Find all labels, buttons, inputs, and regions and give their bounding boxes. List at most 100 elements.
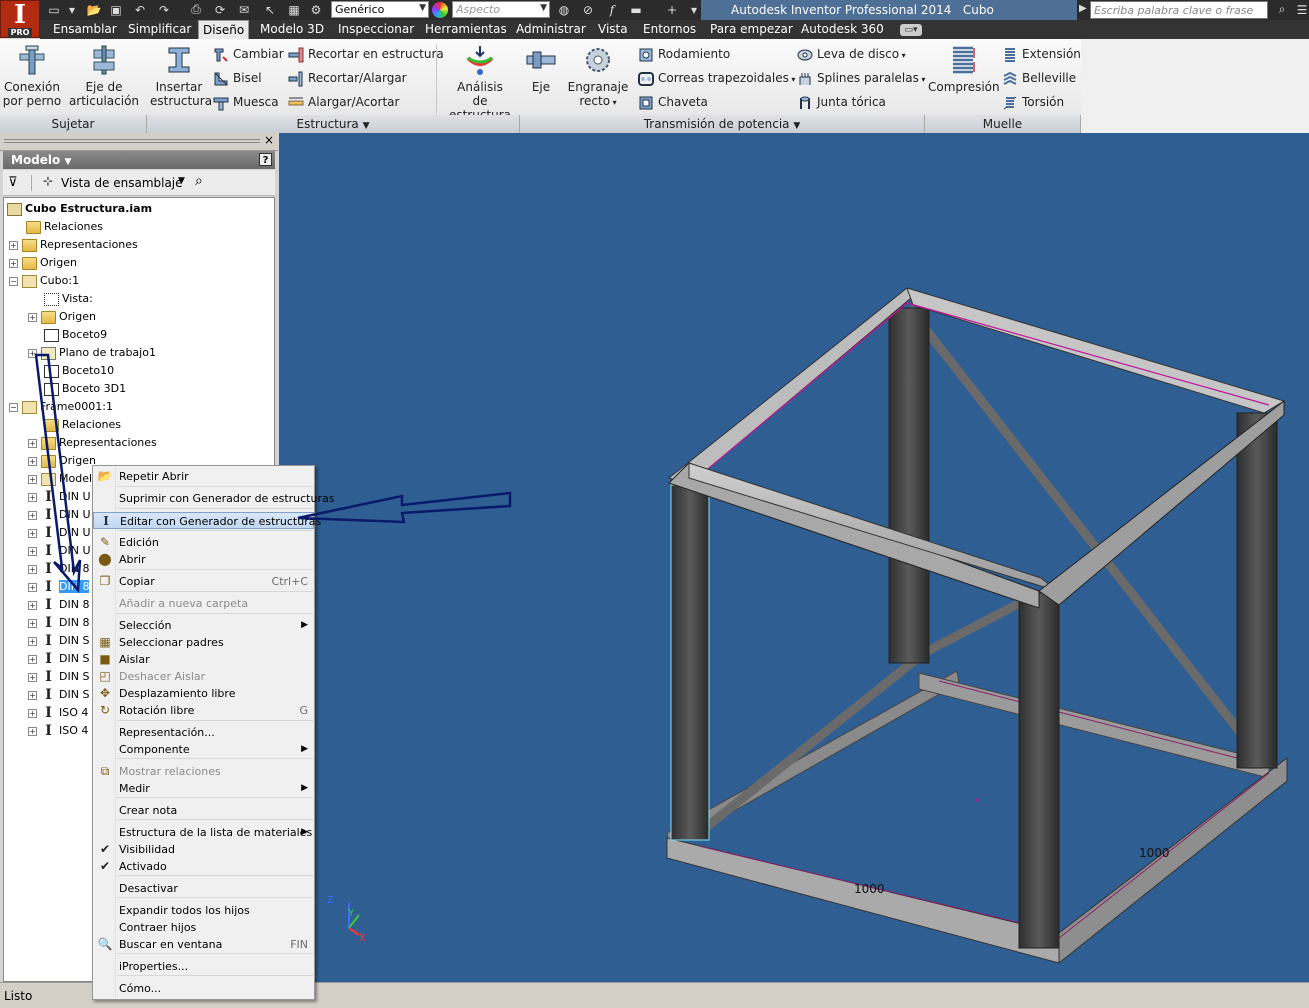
analisis-de-estructura-button[interactable]: Análisis de estructura (440, 44, 520, 122)
muesca-button[interactable]: Muesca (213, 92, 279, 112)
tree-node[interactable]: + I DIN U (28, 524, 91, 542)
torsion-button[interactable]: Torsión (1002, 92, 1064, 112)
splines-paralelas-button[interactable]: Splines paralelas ▾ (797, 68, 925, 88)
menu-item[interactable]: Componente ▶ (93, 741, 314, 758)
tree-node[interactable]: + I DIN 8 (28, 560, 89, 578)
tab-entornos[interactable]: Entornos (639, 20, 700, 39)
conexion-por-perno-button[interactable]: Conexión por perno (2, 44, 62, 108)
clear-appearance-icon[interactable]: ⊘ (580, 2, 596, 17)
tree-node[interactable]: + I DIN S (28, 668, 89, 686)
tree-node[interactable]: − Frame0001:1 (9, 398, 113, 416)
tree-node[interactable]: Boceto10 (44, 362, 114, 380)
column-front[interactable] (1018, 592, 1060, 949)
menu-item[interactable]: ■ Aislar (93, 651, 314, 668)
bottom-beam-front[interactable] (666, 837, 1060, 964)
column-left-selected[interactable] (670, 484, 710, 841)
chevron-right-icon[interactable]: ▶ (1079, 3, 1087, 14)
panel-title-muelle[interactable]: Muelle (925, 115, 1081, 133)
leva-de-disco-button[interactable]: Leva de disco ▾ (797, 44, 906, 64)
bottom-beam-right[interactable] (1058, 756, 1288, 965)
rodamiento-button[interactable]: Rodamiento (638, 44, 730, 64)
menu-item[interactable]: ✔ Visibilidad (93, 841, 314, 858)
tree-node[interactable]: + I DIN 8 (28, 578, 90, 596)
rebuild-icon[interactable]: ▦ (286, 2, 302, 17)
menu-item[interactable]: Desactivar (93, 880, 314, 897)
menu-item[interactable]: Selección ▶ (93, 617, 314, 634)
menu-item[interactable]: Representación... (93, 724, 314, 741)
column-right[interactable] (1236, 412, 1278, 769)
menu-item[interactable]: ❐ Copiar Ctrl+C (93, 573, 314, 590)
bisel-button[interactable]: Bisel (213, 68, 262, 88)
frame-cube-model[interactable]: 1000 1000 Z Y X (279, 133, 1309, 982)
alargar-acortar-button[interactable]: Alargar/Acortar (288, 92, 399, 112)
menu-item[interactable]: 🔍 Buscar en ventana FIN (93, 936, 314, 953)
tab-vista[interactable]: Vista (594, 20, 632, 39)
tree-node[interactable]: + Representaciones (9, 236, 138, 254)
tree-node[interactable]: + I DIN U (28, 542, 91, 560)
undo-icon[interactable]: ↶ (132, 2, 148, 17)
menu-item[interactable]: Crear nota (93, 802, 314, 819)
eje-de-articulacion-button[interactable]: Eje de articulación ▾ (68, 44, 140, 126)
engranaje-recto-button[interactable]: Engranaje recto ▾ (566, 44, 630, 110)
menu-item[interactable]: ⧉ Mostrar relaciones (93, 763, 314, 780)
expand-icon[interactable]: + (28, 456, 37, 466)
tree-node[interactable]: + I DIN 8 (28, 614, 89, 632)
tree-node[interactable]: + Origen (28, 308, 96, 326)
expand-icon[interactable]: + (9, 258, 18, 268)
tree-node[interactable]: + I ISO 4 (28, 722, 88, 740)
graphics-viewport[interactable]: 1000 1000 Z Y X (279, 133, 1309, 982)
add-icon[interactable]: + (664, 2, 680, 17)
tree-node[interactable]: + Origen (28, 452, 96, 470)
expand-icon[interactable]: + (28, 600, 37, 610)
tree-node[interactable]: + Origen (9, 254, 77, 272)
print-icon[interactable]: ⎙ (188, 2, 204, 17)
chaveta-button[interactable]: Chaveta (638, 92, 708, 112)
expand-icon[interactable]: + (28, 564, 37, 574)
recortar-alargar-button[interactable]: Recortar/Alargar (288, 68, 407, 88)
menu-item[interactable]: ◰ Deshacer Aislar (93, 668, 314, 685)
tree-node[interactable]: + Representaciones (28, 434, 157, 452)
menu-item[interactable]: Cómo... (93, 980, 314, 997)
expand-icon[interactable]: + (9, 240, 18, 250)
recortar-en-estructura-button[interactable]: Recortar en estructura (288, 44, 444, 64)
expand-icon[interactable]: + (28, 636, 37, 646)
expand-icon[interactable]: + (28, 546, 37, 556)
expand-icon[interactable]: + (28, 690, 37, 700)
function-icon[interactable]: f (604, 2, 620, 17)
tree-node[interactable]: − Cubo:1 (9, 272, 79, 290)
expand-icon[interactable]: + (28, 348, 37, 358)
expand-icon[interactable]: + (28, 672, 37, 682)
menu-item[interactable]: Suprimir con Generador de estructuras (93, 490, 334, 507)
compresion-button[interactable]: Compresión (928, 44, 1000, 94)
tree-node[interactable]: Boceto 3D1 (44, 380, 126, 398)
tab-herramientas[interactable]: Herramientas (421, 20, 511, 39)
tree-node[interactable]: + Plano de trabajo1 (28, 344, 156, 362)
open-icon[interactable]: 📂 (86, 2, 102, 17)
tree-node[interactable]: + I DIN U (28, 488, 91, 506)
panel-title-estructura[interactable]: Estructura ▼ (147, 115, 520, 133)
email-icon[interactable]: ✉ (236, 2, 252, 17)
menu-item[interactable]: Expandir todos los hijos (93, 902, 314, 919)
tab-diseno[interactable]: Diseño (198, 20, 250, 39)
menu-item[interactable]: ▦ Seleccionar padres (93, 634, 314, 651)
tree-node[interactable]: Relaciones (44, 416, 121, 434)
tree-node[interactable]: Vista: (44, 290, 93, 308)
settings-icon[interactable]: ⚙ (308, 2, 324, 17)
tree-node[interactable]: + I DIN U (28, 506, 91, 524)
help-search-input[interactable]: Escriba palabra clave o frase (1090, 1, 1268, 19)
expand-icon[interactable]: + (28, 618, 37, 628)
adjust-icon[interactable]: ◍ (556, 2, 572, 17)
menu-item[interactable]: I Editar con Generador de estructuras (93, 512, 321, 529)
customize-icon[interactable]: ▾ (686, 2, 702, 17)
tree-node[interactable]: + I DIN S (28, 632, 89, 650)
save-icon[interactable]: ▣ (108, 2, 124, 17)
tab-inspeccionar[interactable]: Inspeccionar (334, 20, 418, 39)
appearance-combo[interactable]: Aspecto ▼ (452, 1, 550, 18)
tab-ensamblar[interactable]: Ensamblar (49, 20, 121, 39)
chevron-down-icon[interactable]: ▼ (178, 176, 185, 186)
tree-node[interactable]: Relaciones (26, 218, 103, 236)
menu-item[interactable]: Estructura de la lista de materiales ▶ (93, 824, 314, 841)
panel-title-transmision[interactable]: Transmisión de potencia ▼ (520, 115, 925, 133)
expand-icon[interactable]: + (28, 312, 37, 322)
menu-item[interactable]: 📂 Repetir Abrir (93, 468, 314, 485)
